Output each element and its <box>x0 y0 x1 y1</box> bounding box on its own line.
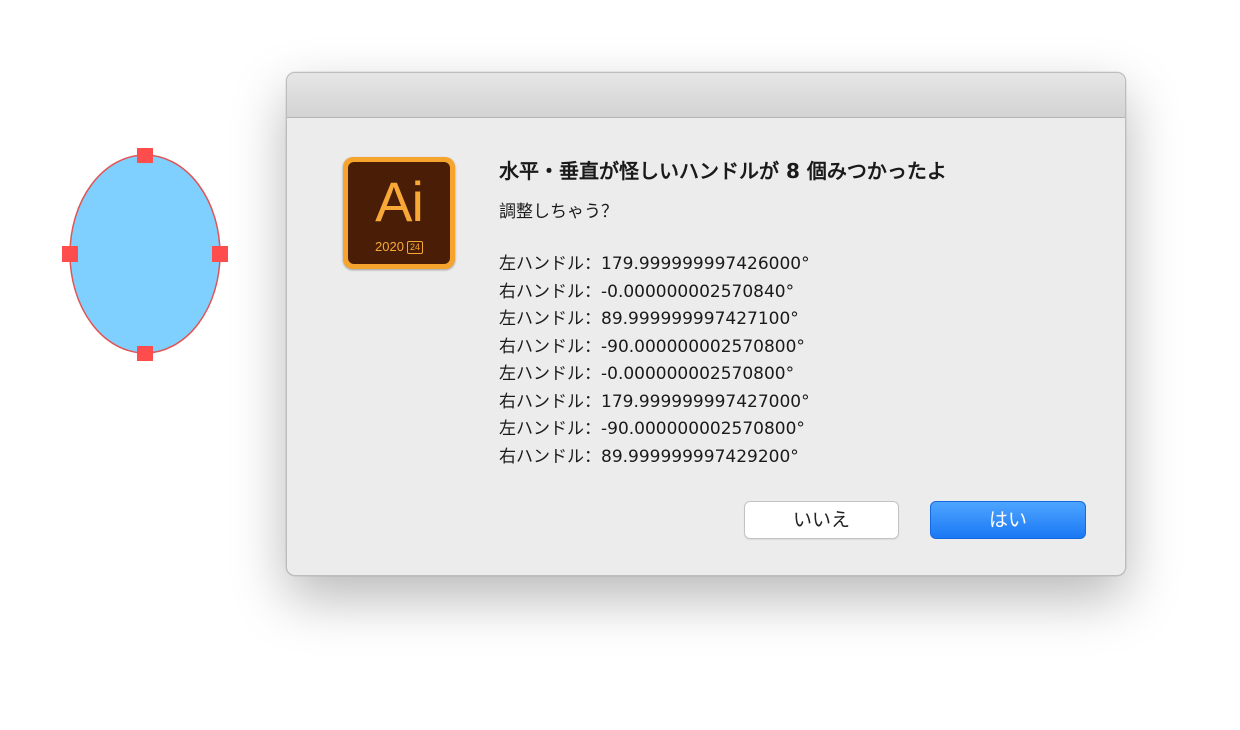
handle-angle-row: 右ハンドル：89.999999997429200° <box>499 446 799 467</box>
ellipse-path[interactable] <box>69 154 221 354</box>
alert-dialog: Ai 2020 24 水平・垂直が怪しいハンドルが 8 個みつかったよ 調整しちゃ… <box>286 72 1126 576</box>
app-icon-year: 2020 <box>375 239 404 254</box>
adobe-illustrator-icon: Ai 2020 24 <box>343 157 455 269</box>
dialog-message-title: 水平・垂直が怪しいハンドルが 8 個みつかったよ <box>499 159 947 183</box>
dialog-question: 調整しちゃう？ <box>499 202 618 222</box>
handle-angle-row: 左ハンドル：-0.000000002570800° <box>499 364 795 384</box>
no-button[interactable]: いいえ <box>744 501 899 539</box>
handle-angle-row: 左ハンドル：-90.000000002570800° <box>499 419 805 439</box>
anchor-point-bottom[interactable] <box>137 346 153 361</box>
handle-angle-row: 右ハンドル：179.999999997427000° <box>499 391 810 412</box>
app-icon-face: Ai 2020 24 <box>348 162 450 264</box>
handle-angle-list: 左ハンドル：179.999999997426000° 右ハンドル：-0.0000… <box>499 251 1099 471</box>
handle-angle-row: 左ハンドル：89.999999997427100° <box>499 309 799 329</box>
app-icon-letters: Ai <box>375 170 424 233</box>
dialog-content: 水平・垂直が怪しいハンドルが 8 個みつかったよ 調整しちゃう？ 左ハンドル：1… <box>499 157 1099 487</box>
dialog-titlebar[interactable] <box>287 73 1125 118</box>
handle-angle-row: 右ハンドル：-0.000000002570840° <box>499 281 795 302</box>
ellipse-shape[interactable] <box>0 0 260 400</box>
handle-angle-row: 左ハンドル：179.999999997426000° <box>499 254 810 274</box>
anchor-point-top[interactable] <box>137 148 153 163</box>
artboard-shape-area <box>0 0 260 400</box>
app-icon-year-row: 2020 24 <box>348 240 450 254</box>
yes-button[interactable]: はい <box>930 501 1086 539</box>
app-icon-version-badge: 24 <box>406 241 423 254</box>
screen: Ai 2020 24 水平・垂直が怪しいハンドルが 8 個みつかったよ 調整しちゃ… <box>0 0 1240 730</box>
anchor-point-right[interactable] <box>212 246 228 262</box>
handle-angle-row: 右ハンドル：-90.000000002570800° <box>499 336 805 357</box>
anchor-point-left[interactable] <box>62 246 78 262</box>
